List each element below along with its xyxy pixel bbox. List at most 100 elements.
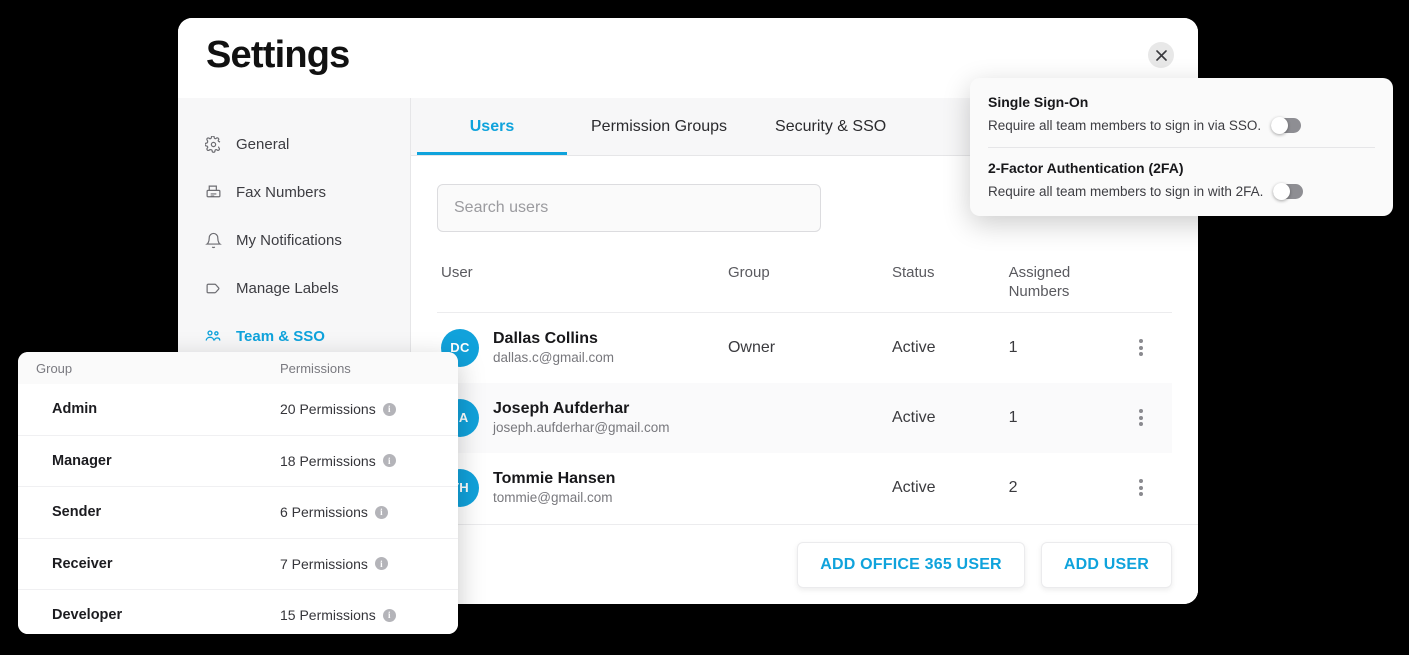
single-sign-on-description: Require all team members to sign in via … xyxy=(988,118,1262,133)
page-title: Settings xyxy=(206,34,350,76)
status-badge: Active xyxy=(891,408,936,426)
tab-label: Users xyxy=(469,117,515,135)
add-user-button[interactable]: ADD USER xyxy=(1040,541,1172,588)
dialog-footer: ADD OFFICE 365 USER ADD USER xyxy=(411,524,1198,604)
row-menu-button[interactable] xyxy=(1113,407,1168,429)
permission-group-name: Receiver xyxy=(52,555,113,572)
user-group: Owner xyxy=(727,338,776,356)
user-identity: Dallas Collins dallas.c@gmail.com xyxy=(493,328,614,368)
row-menu-button[interactable] xyxy=(1113,477,1168,499)
user-name: Tommie Hansen xyxy=(493,469,616,487)
two-factor-auth-row: Require all team members to sign in with… xyxy=(988,183,1375,213)
sso-settings-popup: Single Sign-On Require all team members … xyxy=(970,78,1393,216)
kebab-icon xyxy=(1138,477,1143,499)
list-item[interactable]: Developer 15 Permissions i xyxy=(18,590,458,634)
two-factor-auth-toggle[interactable] xyxy=(1273,183,1304,200)
add-office-365-user-button[interactable]: ADD OFFICE 365 USER xyxy=(797,541,1025,588)
tab-users[interactable]: Users xyxy=(417,98,567,155)
two-factor-auth-block: 2-Factor Authentication (2FA) Require al… xyxy=(988,160,1375,213)
search-input[interactable] xyxy=(437,184,821,232)
sidebar-item-manage-labels[interactable]: Manage Labels xyxy=(178,264,410,312)
permission-groups-panel: Group Permissions Admin 20 Permissions i… xyxy=(18,352,458,634)
sidebar-item-fax-numbers[interactable]: Fax Numbers xyxy=(178,168,410,216)
row-menu-button[interactable] xyxy=(1113,337,1168,359)
permission-count: 20 Permissions xyxy=(280,401,376,418)
permission-count: 18 Permissions xyxy=(280,452,376,469)
toggle-knob xyxy=(1273,183,1291,200)
list-item[interactable]: Admin 20 Permissions i xyxy=(18,384,458,436)
single-sign-on-block: Single Sign-On Require all team members … xyxy=(988,94,1375,147)
close-icon xyxy=(1155,49,1167,61)
tab-security-and-sso[interactable]: Security & SSO xyxy=(751,98,910,155)
table-row[interactable]: JA Joseph Aufderhar joseph.aufderhar@gma… xyxy=(437,382,1172,453)
assigned-numbers: 1 xyxy=(1008,408,1018,426)
sidebar-item-my-notifications[interactable]: My Notifications xyxy=(178,216,410,264)
sidebar-item-label: Fax Numbers xyxy=(236,183,327,201)
assigned-numbers: 1 xyxy=(1008,338,1018,356)
info-icon[interactable]: i xyxy=(374,557,388,571)
info-icon[interactable]: i xyxy=(382,402,396,416)
assigned-numbers-line2: Numbers xyxy=(1008,282,1070,300)
toggle-knob xyxy=(1271,117,1289,134)
list-item[interactable]: Receiver 7 Permissions i xyxy=(18,538,458,590)
sidebar-item-label: Team & SSO xyxy=(236,327,325,345)
permission-count-cell: 18 Permissions i xyxy=(280,453,440,469)
people-icon xyxy=(204,327,222,345)
fax-icon xyxy=(204,183,222,201)
two-factor-auth-title: 2-Factor Authentication (2FA) xyxy=(988,160,1184,176)
tag-icon xyxy=(204,279,222,297)
info-icon[interactable]: i xyxy=(374,505,388,519)
users-table-header: User Group Status Assigned Numbers xyxy=(437,264,1172,313)
sidebar-item-label: General xyxy=(236,135,290,153)
assigned-numbers: 2 xyxy=(1008,478,1018,496)
column-header-group: Group xyxy=(36,360,73,376)
gear-icon xyxy=(204,135,222,153)
user-identity: Joseph Aufderhar joseph.aufderhar@gmail.… xyxy=(493,398,670,438)
info-icon[interactable]: i xyxy=(382,608,396,622)
table-row[interactable]: TH Tommie Hansen tommie@gmail.com Active… xyxy=(437,452,1172,523)
list-item[interactable]: Sender 6 Permissions i xyxy=(18,487,458,539)
user-name: Joseph Aufderhar xyxy=(493,399,630,417)
user-identity: Tommie Hansen tommie@gmail.com xyxy=(493,468,615,508)
assigned-numbers-line1: Assigned xyxy=(1008,264,1071,281)
permission-group-name: Developer xyxy=(52,607,123,624)
column-header-permissions: Permissions xyxy=(280,360,351,376)
permission-count-cell: 15 Permissions i xyxy=(280,607,440,623)
popup-divider xyxy=(988,147,1375,148)
sidebar-item-label: My Notifications xyxy=(236,231,342,249)
permission-count: 7 Permissions xyxy=(280,555,368,572)
user-email: tommie@gmail.com xyxy=(493,490,613,506)
user-email: dallas.c@gmail.com xyxy=(493,350,614,366)
permission-count: 6 Permissions xyxy=(280,504,368,521)
column-header-group: Group xyxy=(727,264,770,281)
permission-count: 15 Permissions xyxy=(280,607,376,624)
user-cell: JA Joseph Aufderhar joseph.aufderhar@gma… xyxy=(441,398,728,438)
status-badge: Active xyxy=(891,478,936,496)
status-badge: Active xyxy=(891,338,936,356)
tab-label: Permission Groups xyxy=(591,117,728,135)
two-factor-auth-description: Require all team members to sign in with… xyxy=(988,184,1264,199)
permission-count-cell: 7 Permissions i xyxy=(280,556,440,572)
sidebar-item-general[interactable]: General xyxy=(178,120,410,168)
close-button[interactable] xyxy=(1148,42,1174,68)
permission-group-name: Admin xyxy=(52,401,98,418)
info-icon[interactable]: i xyxy=(382,454,396,468)
user-name: Dallas Collins xyxy=(493,329,598,347)
tab-permission-groups[interactable]: Permission Groups xyxy=(567,98,751,155)
list-item[interactable]: Manager 18 Permissions i xyxy=(18,435,458,487)
single-sign-on-toggle[interactable] xyxy=(1271,117,1302,134)
permission-group-name: Manager xyxy=(52,452,112,469)
column-header-assigned-numbers: Assigned Numbers xyxy=(1009,264,1114,302)
column-header-user: User xyxy=(441,264,473,281)
permission-count-cell: 20 Permissions i xyxy=(280,401,440,417)
single-sign-on-row: Require all team members to sign in via … xyxy=(988,117,1375,147)
bell-icon xyxy=(204,231,222,249)
permission-group-name: Sender xyxy=(52,504,102,521)
sidebar-item-label: Manage Labels xyxy=(236,279,339,297)
tab-label: Security & SSO xyxy=(775,117,887,135)
permissions-table-header: Group Permissions xyxy=(18,352,458,384)
column-header-status: Status xyxy=(891,264,935,281)
screen-root: Settings General Fax Numbers My Notifica… xyxy=(0,0,1409,655)
user-cell: TH Tommie Hansen tommie@gmail.com xyxy=(441,468,728,508)
table-row[interactable]: DC Dallas Collins dallas.c@gmail.com Own… xyxy=(437,312,1172,383)
